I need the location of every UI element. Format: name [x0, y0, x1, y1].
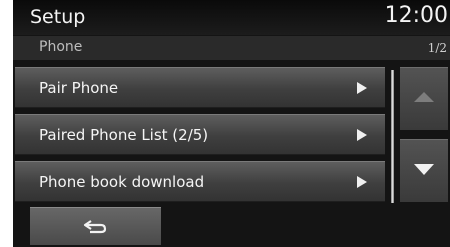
play-arrow-icon: [357, 82, 367, 94]
screen-title: Setup: [30, 6, 86, 28]
triangle-up-icon: [414, 92, 434, 102]
scroll-down-button[interactable]: [400, 139, 448, 202]
menu-item-phone-book-download[interactable]: Phone book download: [15, 161, 385, 202]
menu-item-pair-phone[interactable]: Pair Phone: [15, 67, 385, 108]
page-indicator: 1/2: [427, 41, 447, 55]
return-arrow-icon: [83, 220, 107, 234]
menu-item-label: Phone book download: [39, 173, 205, 191]
menu-item-paired-phone-list[interactable]: Paired Phone List (2/5): [15, 114, 385, 155]
section-header: Phone 1/2: [13, 36, 450, 60]
list-divider: [391, 70, 394, 203]
play-arrow-icon: [357, 176, 367, 188]
back-button[interactable]: [30, 207, 161, 245]
scroll-up-button[interactable]: [400, 67, 448, 130]
setup-screen: Setup 12:00 Phone 1/2 Pair Phone Paired …: [13, 0, 450, 247]
clock: 12:00: [384, 3, 448, 28]
menu-item-label: Pair Phone: [39, 79, 119, 97]
status-bar: Setup 12:00: [13, 0, 450, 35]
play-arrow-icon: [357, 129, 367, 141]
triangle-down-icon: [414, 164, 434, 175]
section-label: Phone: [39, 39, 83, 55]
menu-item-label: Paired Phone List (2/5): [39, 126, 209, 144]
